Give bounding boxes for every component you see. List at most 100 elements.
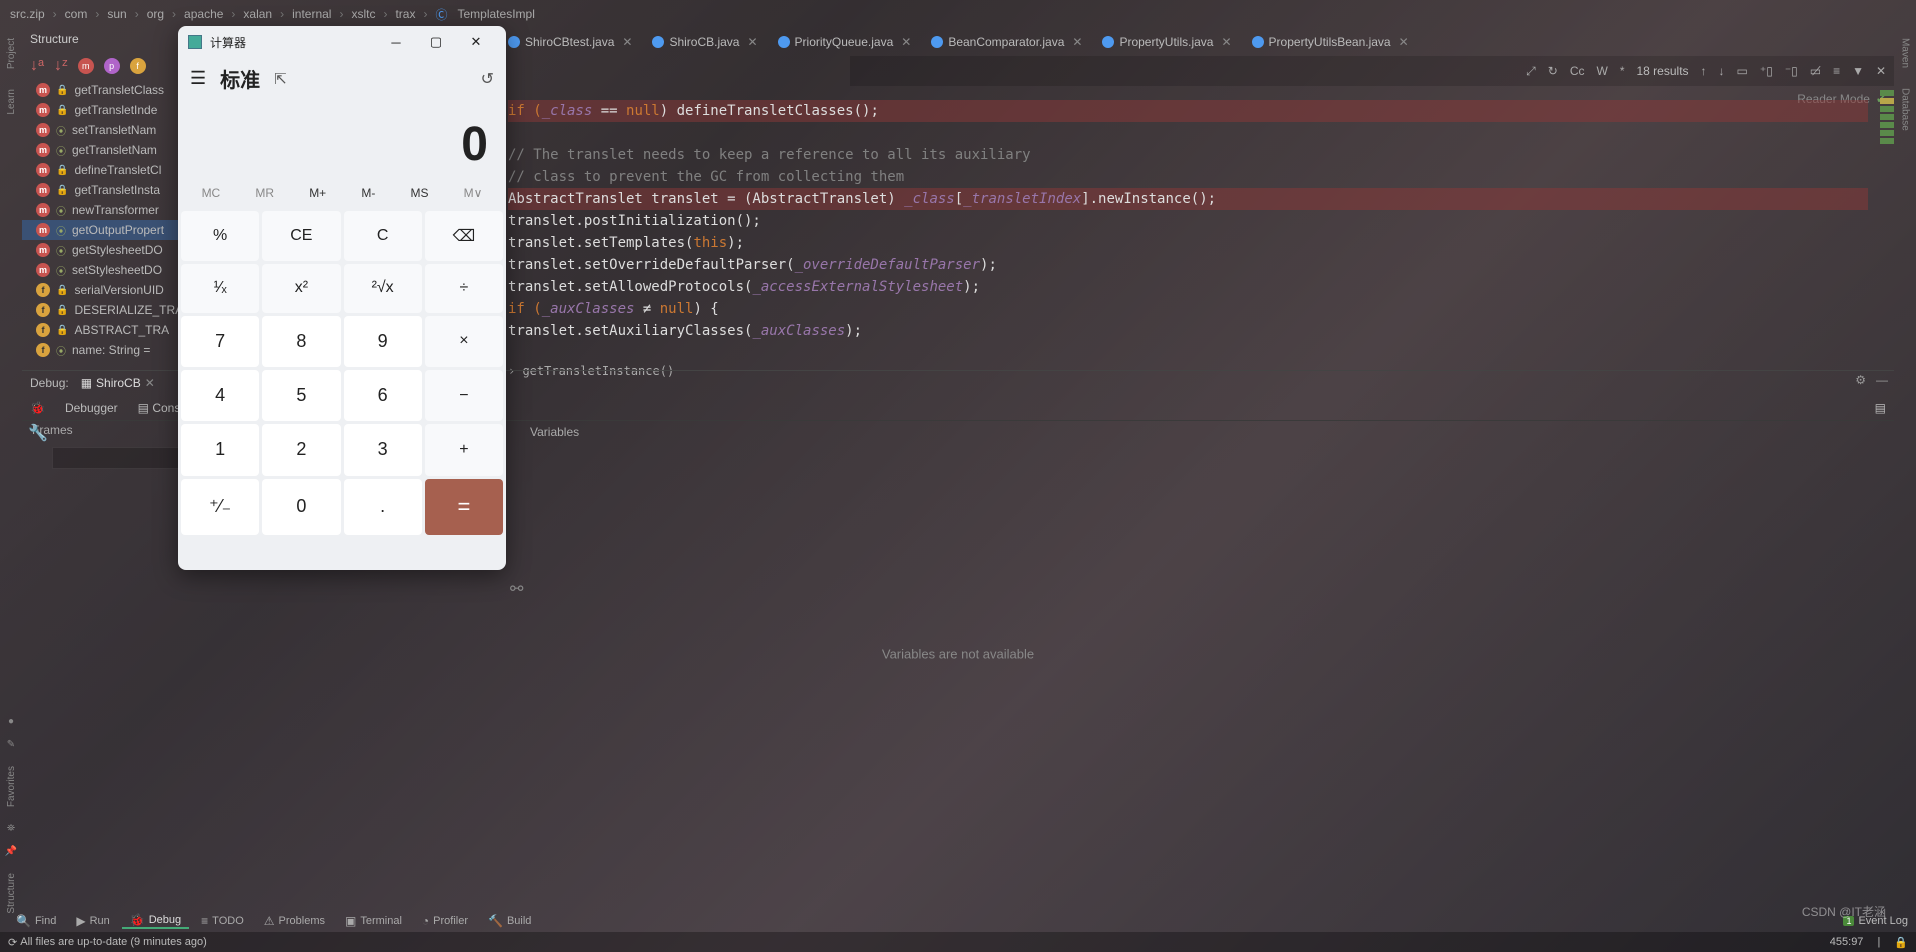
editor-tab[interactable]: PropertyUtils.java✕: [1094, 29, 1239, 55]
exclude-icon[interactable]: ▭̸: [1810, 64, 1821, 78]
calc-key-+[interactable]: +: [425, 424, 503, 475]
ms-button[interactable]: MS: [410, 186, 428, 200]
problems-tab[interactable]: ⚠Problems: [256, 914, 333, 928]
expand-icon[interactable]: ⤢: [1526, 64, 1536, 79]
calc-key-÷[interactable]: ÷: [425, 264, 503, 312]
editor-tab[interactable]: ShiroCBtest.java✕: [500, 29, 640, 55]
maximize-button[interactable]: ▢: [416, 26, 456, 58]
editor-tab[interactable]: PropertyUtilsBean.java✕: [1244, 29, 1417, 55]
select-all-icon[interactable]: ▭: [1737, 64, 1748, 78]
calc-key-9[interactable]: 9: [344, 316, 422, 367]
mplus-button[interactable]: M+: [309, 186, 326, 200]
calc-key-5[interactable]: 5: [262, 370, 340, 421]
right-gutter[interactable]: [1880, 90, 1894, 144]
mminus-button[interactable]: M-: [361, 186, 375, 200]
mc-button[interactable]: MC: [202, 186, 221, 200]
editor-tab[interactable]: PriorityQueue.java✕: [770, 29, 920, 55]
add-selection-icon[interactable]: ⁺▯: [1760, 64, 1773, 78]
sort2-icon[interactable]: ↓ᶻ: [54, 57, 68, 75]
close-button[interactable]: ✕: [456, 26, 496, 58]
refresh-icon[interactable]: ↻: [1548, 64, 1558, 78]
code-editor[interactable]: if (_class == null) defineTransletClasse…: [508, 100, 1868, 382]
calc-key-.[interactable]: .: [344, 479, 422, 535]
list-icon[interactable]: ≡: [1833, 64, 1840, 78]
close-tab-icon[interactable]: ✕: [622, 35, 632, 49]
crumb[interactable]: trax: [395, 7, 415, 21]
favorites-tool[interactable]: Favorites: [6, 756, 17, 817]
sort-icon[interactable]: ↓ᵃ: [30, 57, 44, 75]
calc-key-C[interactable]: C: [344, 211, 422, 261]
crumb[interactable]: src.zip: [10, 7, 45, 21]
mr-button[interactable]: MR: [255, 186, 274, 200]
history-icon[interactable]: ↺: [481, 69, 494, 89]
crumb[interactable]: TemplatesImpl: [458, 7, 535, 21]
calc-key-3[interactable]: 3: [344, 424, 422, 475]
editor-tab[interactable]: BeanComparator.java✕: [923, 29, 1090, 55]
calc-titlebar[interactable]: 计算器 ─ ▢ ✕: [178, 26, 506, 58]
calc-key-¹⁄ₓ[interactable]: ¹⁄ₓ: [181, 264, 259, 312]
regex[interactable]: *: [1620, 64, 1625, 78]
show-properties-icon[interactable]: p: [104, 58, 120, 74]
whole-word[interactable]: W: [1597, 64, 1608, 78]
calc-key-=[interactable]: =: [425, 479, 503, 535]
close-tab-icon[interactable]: ✕: [901, 35, 911, 49]
next-match[interactable]: ↓: [1719, 64, 1725, 78]
calc-key-×[interactable]: ×: [425, 316, 503, 367]
mlist-button[interactable]: M∨: [464, 186, 483, 200]
learn-tool[interactable]: Learn: [6, 79, 17, 125]
project-tool[interactable]: Project: [6, 28, 17, 79]
settings-icon[interactable]: ⛯: [7, 823, 15, 834]
remove-selection-icon[interactable]: ⁻▯: [1785, 64, 1798, 78]
calc-key-²√x[interactable]: ²√x: [344, 264, 422, 312]
find-tab[interactable]: 🔍Find: [8, 914, 64, 928]
crumb[interactable]: internal: [292, 7, 331, 21]
todo-tab[interactable]: ≡TODO: [193, 914, 252, 928]
lock-icon[interactable]: 🔒: [1894, 936, 1908, 949]
close-tab-icon[interactable]: ✕: [1072, 35, 1082, 49]
close-tab-icon[interactable]: ✕: [1221, 35, 1231, 49]
crumb[interactable]: xsltc: [351, 7, 375, 21]
calc-key-x²[interactable]: x²: [262, 264, 340, 312]
keep-on-top-icon[interactable]: ⇱: [274, 70, 287, 88]
close-tab-icon[interactable]: ✕: [747, 35, 757, 49]
database-tool[interactable]: Database: [1900, 78, 1911, 141]
build-tab[interactable]: 🔨Build: [480, 914, 539, 928]
profiler-tab[interactable]: ◔Profiler: [414, 914, 476, 928]
filter-icon[interactable]: ▼: [1852, 64, 1864, 78]
minimize-button[interactable]: ─: [376, 26, 416, 58]
show-fields-icon[interactable]: f: [130, 58, 146, 74]
calc-key-CE[interactable]: CE: [262, 211, 340, 261]
prev-match[interactable]: ↑: [1701, 64, 1707, 78]
match-case[interactable]: Cc: [1570, 64, 1585, 78]
minimize-icon[interactable]: —: [1876, 373, 1888, 387]
layout-icon[interactable]: ▤: [1875, 401, 1886, 415]
sync-icon[interactable]: ⟳: [8, 936, 17, 949]
bug-icon[interactable]: 🐞: [30, 401, 45, 415]
breakpoint-icon[interactable]: ●: [8, 716, 14, 727]
edit-icon[interactable]: ✎: [7, 739, 15, 750]
close-find[interactable]: ✕: [1876, 64, 1886, 78]
run-tab[interactable]: ▶Run: [68, 914, 117, 928]
calc-key-0[interactable]: 0: [262, 479, 340, 535]
debugger-tab[interactable]: Debugger: [65, 401, 118, 415]
cursor-position[interactable]: 455:97: [1830, 936, 1864, 948]
calc-key-⁺⁄₋[interactable]: ⁺⁄₋: [181, 479, 259, 535]
calc-key-⌫[interactable]: ⌫: [425, 211, 503, 261]
hamburger-icon[interactable]: ☰: [190, 68, 206, 89]
crumb[interactable]: sun: [107, 7, 126, 21]
calc-key-4[interactable]: 4: [181, 370, 259, 421]
line-sep[interactable]: |: [1877, 936, 1880, 948]
calc-key-6[interactable]: 6: [344, 370, 422, 421]
crumb[interactable]: xalan: [243, 7, 272, 21]
calc-key-1[interactable]: 1: [181, 424, 259, 475]
crumb[interactable]: apache: [184, 7, 223, 21]
link-icon[interactable]: ⚯: [510, 579, 523, 599]
maven-tool[interactable]: Maven: [1900, 28, 1911, 78]
terminal-tab[interactable]: ▣Terminal: [337, 914, 410, 928]
pin-icon[interactable]: 📌: [5, 846, 17, 857]
debug-config-tab[interactable]: ▦ ShiroCB ✕: [81, 376, 155, 390]
calc-key-2[interactable]: 2: [262, 424, 340, 475]
crumb[interactable]: com: [65, 7, 88, 21]
close-tab-icon[interactable]: ✕: [1399, 35, 1409, 49]
debug-tab[interactable]: 🐞Debug: [122, 913, 189, 929]
